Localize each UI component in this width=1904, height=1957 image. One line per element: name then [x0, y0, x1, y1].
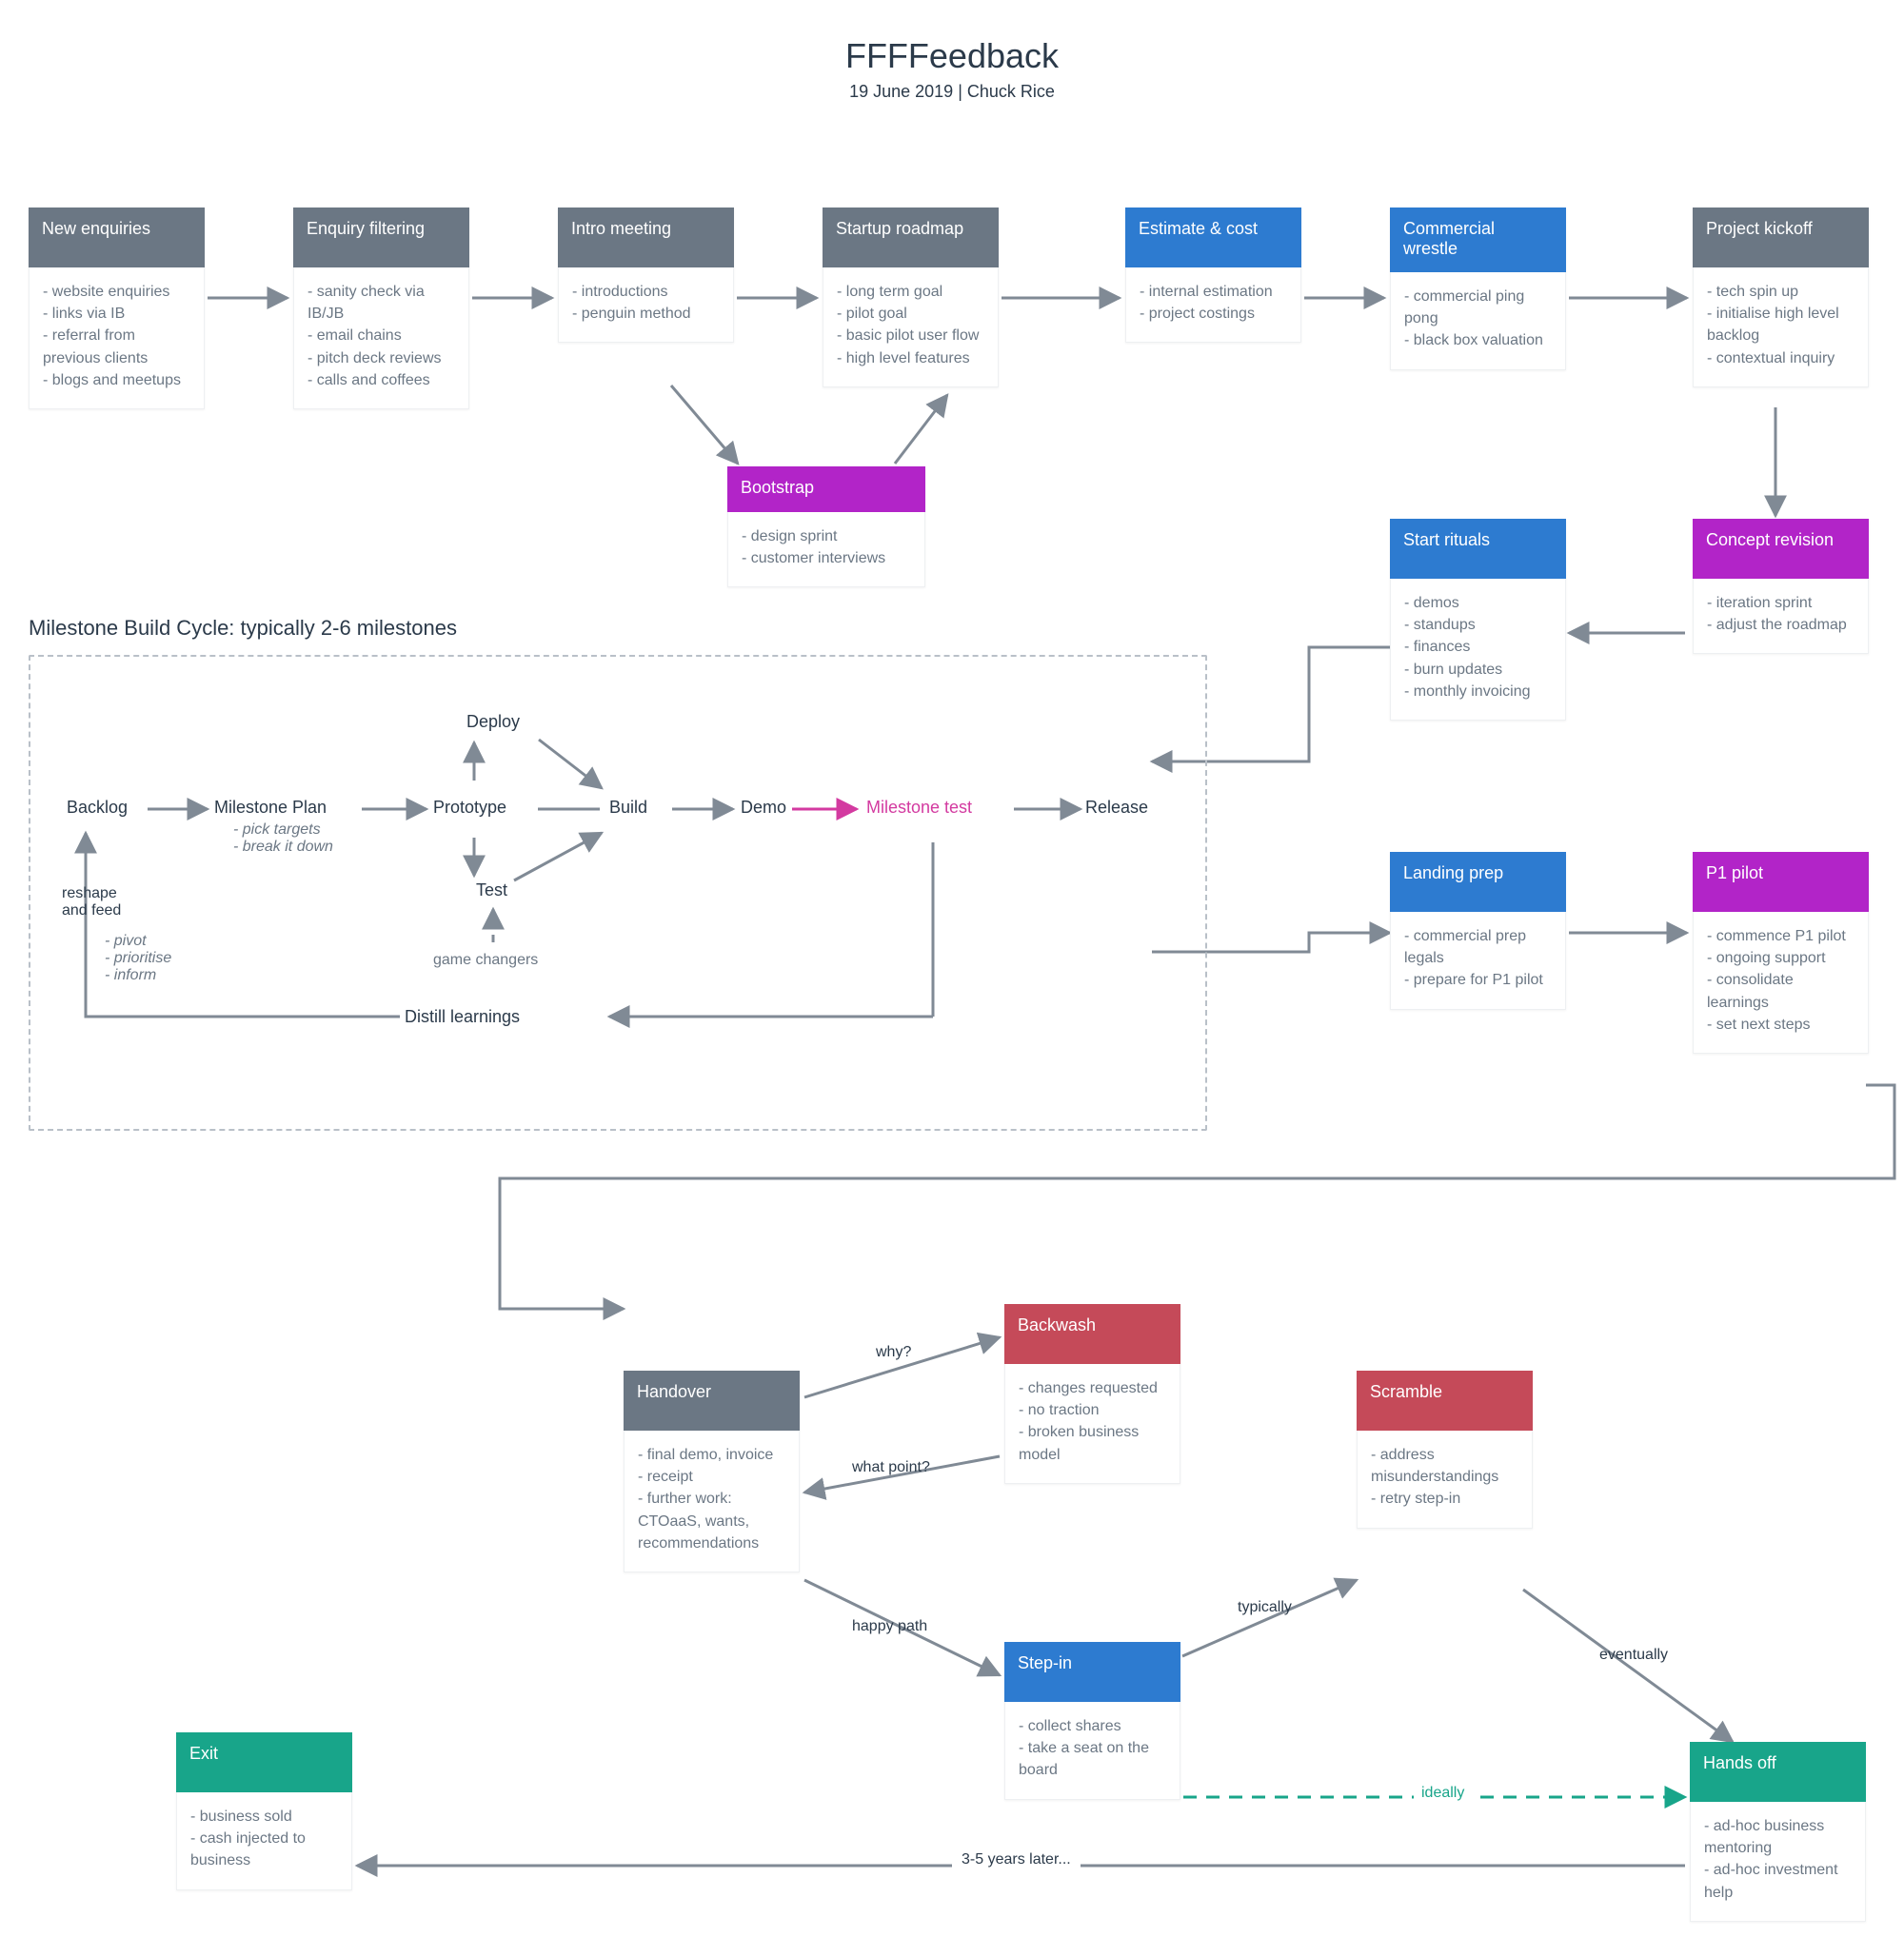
node-body: - website enquiries - links via IB - ref… [29, 267, 205, 409]
node-start-rituals: Start rituals - demos - standups - finan… [1390, 519, 1566, 721]
cycle-prototype: Prototype [433, 798, 506, 818]
edge-label-what-point: what point? [852, 1459, 930, 1476]
node-estimate-cost: Estimate & cost - internal estimation - … [1125, 208, 1301, 343]
node-head: Estimate & cost [1125, 208, 1301, 267]
node-handover: Handover - final demo, invoice - receipt… [624, 1371, 800, 1572]
cycle-release: Release [1085, 798, 1148, 818]
node-body: - iteration sprint - adjust the roadmap [1693, 579, 1869, 654]
node-body: - sanity check via IB/JB - email chains … [293, 267, 469, 409]
node-head: Startup roadmap [823, 208, 999, 267]
node-head: Bootstrap [727, 466, 925, 512]
edge-label-happy-path: happy path [852, 1618, 927, 1635]
page-title: FFFFeedback [0, 36, 1904, 76]
node-intro-meeting: Intro meeting - introductions - penguin … [558, 208, 734, 343]
node-exit: Exit - business sold - cash injected to … [176, 1732, 352, 1890]
node-head: Handover [624, 1371, 800, 1431]
section-label: Milestone Build Cycle: typically 2-6 mil… [29, 616, 457, 641]
node-body: - design sprint - customer interviews [727, 512, 925, 587]
node-body: - demos - standups - finances - burn upd… [1390, 579, 1566, 721]
node-head: Exit [176, 1732, 352, 1792]
node-head: Start rituals [1390, 519, 1566, 579]
node-new-enquiries: New enquiries - website enquiries - link… [29, 208, 205, 409]
node-head: Concept revision [1693, 519, 1869, 579]
node-body: - long term goal - pilot goal - basic pi… [823, 267, 999, 387]
cycle-test: Test [476, 880, 507, 900]
node-body: - changes requested - no traction - brok… [1004, 1364, 1180, 1484]
cycle-distill: Distill learnings [405, 1007, 520, 1027]
node-head: Landing prep [1390, 852, 1566, 912]
node-bootstrap: Bootstrap - design sprint - customer int… [727, 466, 925, 587]
cycle-deploy: Deploy [466, 712, 520, 732]
node-head: Intro meeting [558, 208, 734, 267]
cycle-milestone-test: Milestone test [866, 798, 972, 818]
edge-label-typically: typically [1238, 1599, 1292, 1616]
node-head: Enquiry filtering [293, 208, 469, 267]
node-body: - final demo, invoice - receipt - furthe… [624, 1431, 800, 1572]
node-scramble: Scramble - address misunderstandings - r… [1357, 1371, 1533, 1529]
cycle-reshape-sub: - pivot - prioritise - inform [105, 933, 171, 984]
node-hands-off: Hands off - ad-hoc business mentoring - … [1690, 1742, 1866, 1922]
milestone-cycle-box [29, 655, 1207, 1131]
node-backwash: Backwash - changes requested - no tracti… [1004, 1304, 1180, 1484]
node-head: New enquiries [29, 208, 205, 267]
node-body: - commercial prep legals - prepare for P… [1390, 912, 1566, 1010]
node-body: - internal estimation - project costings [1125, 267, 1301, 343]
cycle-build: Build [609, 798, 647, 818]
node-head: Backwash [1004, 1304, 1180, 1364]
node-body: - commercial ping pong - black box valua… [1390, 272, 1566, 370]
edge-label-years: 3-5 years later... [952, 1851, 1081, 1868]
node-body: - commence P1 pilot - ongoing support - … [1693, 912, 1869, 1054]
node-p1-pilot: P1 pilot - commence P1 pilot - ongoing s… [1693, 852, 1869, 1054]
node-body: - tech spin up - initialise high level b… [1693, 267, 1869, 387]
node-enquiry-filtering: Enquiry filtering - sanity check via IB/… [293, 208, 469, 409]
node-commercial-wrestle: Commercial wrestle - commercial ping pon… [1390, 208, 1566, 370]
node-body: - collect shares - take a seat on the bo… [1004, 1702, 1180, 1800]
node-concept-revision: Concept revision - iteration sprint - ad… [1693, 519, 1869, 654]
cycle-milestone-plan: Milestone Plan [214, 798, 327, 818]
node-head: Step-in [1004, 1642, 1180, 1702]
node-head: Scramble [1357, 1371, 1533, 1431]
node-body: - introductions - penguin method [558, 267, 734, 343]
node-head: Commercial wrestle [1390, 208, 1566, 272]
node-head: Hands off [1690, 1742, 1866, 1802]
node-body: - address misunderstandings - retry step… [1357, 1431, 1533, 1529]
node-step-in: Step-in - collect shares - take a seat o… [1004, 1642, 1180, 1800]
edge-label-ideally: ideally [1414, 1785, 1472, 1802]
node-landing-prep: Landing prep - commercial prep legals - … [1390, 852, 1566, 1010]
page-subtitle: 19 June 2019 | Chuck Rice [0, 82, 1904, 102]
node-project-kickoff: Project kickoff - tech spin up - initial… [1693, 208, 1869, 387]
node-body: - ad-hoc business mentoring - ad-hoc inv… [1690, 1802, 1866, 1922]
cycle-demo: Demo [741, 798, 786, 818]
cycle-game-changers: game changers [433, 952, 538, 969]
cycle-backlog: Backlog [67, 798, 128, 818]
node-startup-roadmap: Startup roadmap - long term goal - pilot… [823, 208, 999, 387]
node-body: - business sold - cash injected to busin… [176, 1792, 352, 1890]
node-head: Project kickoff [1693, 208, 1869, 267]
edge-label-eventually: eventually [1599, 1647, 1668, 1664]
edge-label-why: why? [876, 1344, 911, 1361]
cycle-reshape: reshape and feed [62, 885, 121, 919]
cycle-milestone-plan-sub: - pick targets - break it down [233, 821, 333, 856]
node-head: P1 pilot [1693, 852, 1869, 912]
